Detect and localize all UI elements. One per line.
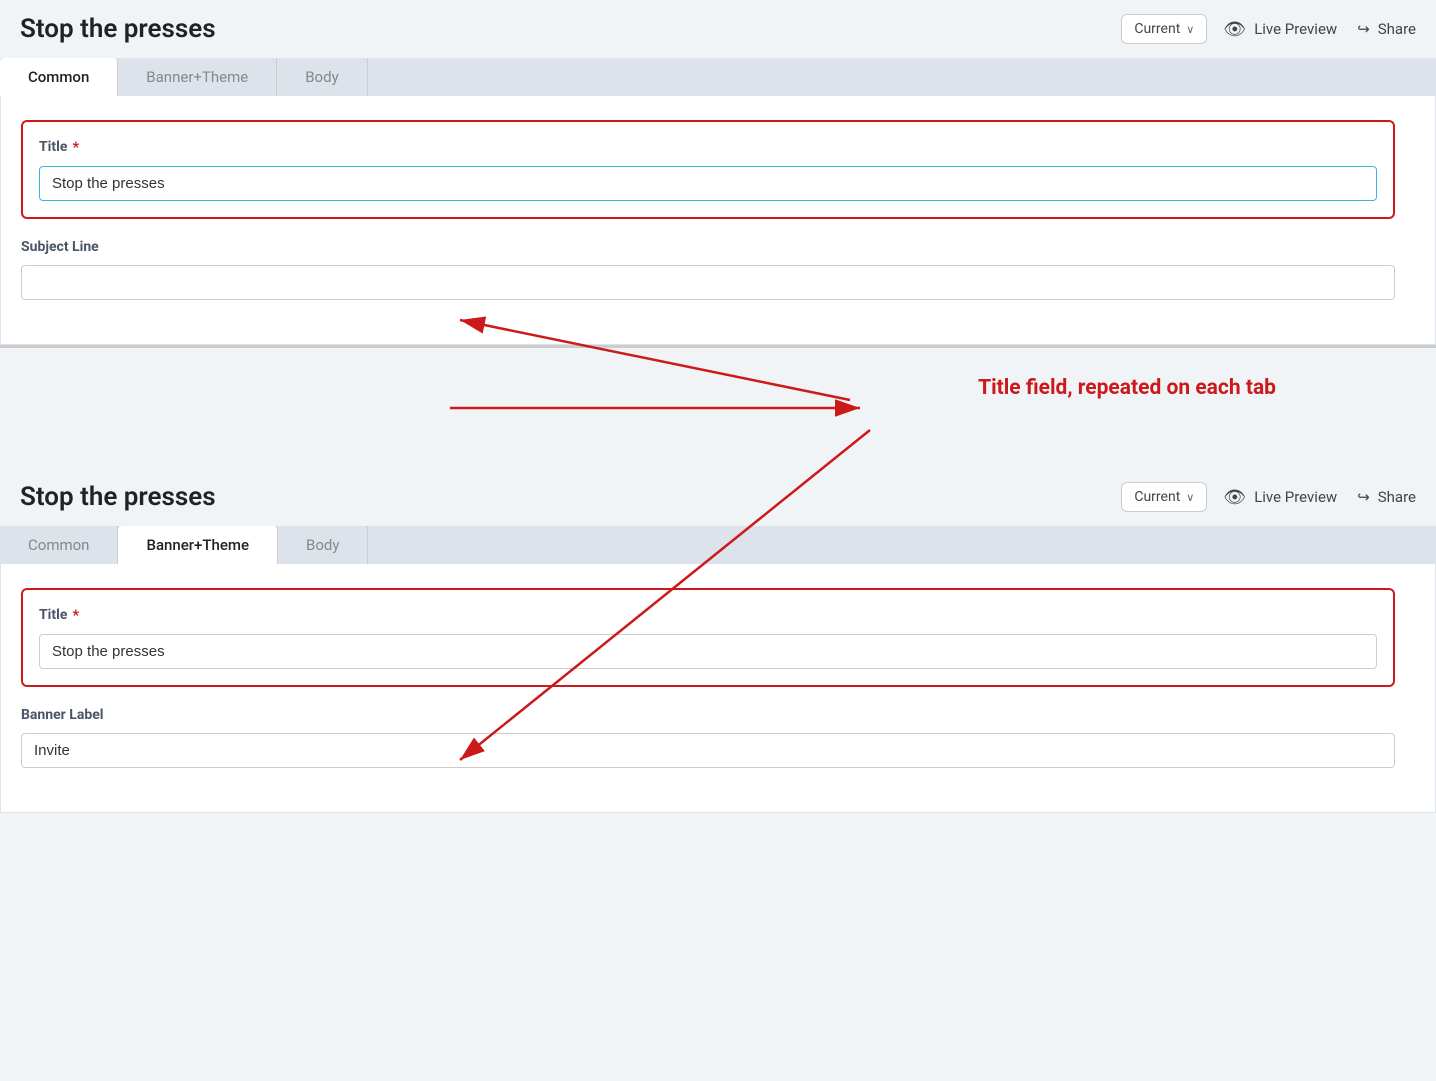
annotation-area: Title field, repeated on each tab	[0, 348, 1436, 468]
arrow-svg-1	[0, 348, 1436, 468]
bottom-title-field-group: Title *	[21, 588, 1395, 687]
bottom-header-actions: 👁 Live Preview ↪ Share	[1223, 487, 1416, 508]
bottom-title-input[interactable]	[39, 634, 1377, 669]
bottom-content-area: Title * Banner Label	[1, 564, 1435, 812]
page-container: Stop the presses Current ∨ 👁 Live Previe…	[0, 0, 1436, 1081]
chevron-down-icon: ∨	[1186, 23, 1194, 36]
live-preview-button[interactable]: 👁 Live Preview	[1223, 19, 1337, 40]
bottom-banner-label-field-group: Banner Label	[21, 707, 1395, 768]
bottom-title-label: Title *	[39, 606, 1377, 624]
bottom-live-preview-label: Live Preview	[1254, 488, 1337, 506]
bottom-required-star: *	[72, 606, 79, 624]
bottom-eye-icon: 👁	[1223, 487, 1246, 508]
top-title-field-group: Title *	[21, 120, 1395, 219]
bottom-tabs: Common Banner+Theme Body	[0, 526, 1436, 564]
bottom-share-button[interactable]: ↪ Share	[1357, 488, 1416, 506]
page-title: Stop the presses	[20, 14, 1105, 44]
tab-banner-theme-top[interactable]: Banner+Theme	[118, 58, 277, 96]
top-subject-line-input[interactable]	[21, 265, 1395, 300]
bottom-share-label: Share	[1378, 488, 1416, 506]
top-panel: Stop the presses Current ∨ 👁 Live Previe…	[0, 0, 1436, 348]
version-label: Current	[1134, 21, 1180, 37]
top-tabs: Common Banner+Theme Body	[0, 58, 1436, 96]
live-preview-label: Live Preview	[1254, 20, 1337, 38]
bottom-chevron-down-icon: ∨	[1186, 491, 1194, 504]
annotation-text: Title field, repeated on each tab	[978, 376, 1276, 400]
tab-common-bottom[interactable]: Common	[0, 526, 118, 564]
bottom-banner-label-input[interactable]	[21, 733, 1395, 768]
bottom-version-label: Current	[1134, 489, 1180, 505]
tab-banner-theme-bottom[interactable]: Banner+Theme	[118, 526, 278, 564]
share-label: Share	[1378, 20, 1416, 38]
top-content: Title * Subject Line	[0, 96, 1436, 345]
bottom-content: Title * Banner Label	[0, 564, 1436, 813]
bottom-panel: Stop the presses Current ∨ 👁 Live Previe…	[0, 468, 1436, 813]
header-actions: 👁 Live Preview ↪ Share	[1223, 19, 1416, 40]
bottom-live-preview-button[interactable]: 👁 Live Preview	[1223, 487, 1337, 508]
required-star: *	[72, 138, 79, 156]
bottom-banner-label-label: Banner Label	[21, 707, 1395, 723]
bottom-share-icon: ↪	[1357, 488, 1370, 506]
top-content-area: Title * Subject Line	[1, 96, 1435, 344]
tab-body-bottom[interactable]: Body	[278, 526, 368, 564]
top-header: Stop the presses Current ∨ 👁 Live Previe…	[0, 0, 1436, 58]
share-icon: ↪	[1357, 20, 1370, 38]
share-button[interactable]: ↪ Share	[1357, 20, 1416, 38]
top-title-label: Title *	[39, 138, 1377, 156]
tab-common-top[interactable]: Common	[0, 58, 118, 96]
tab-body-top[interactable]: Body	[277, 58, 367, 96]
eye-icon: 👁	[1223, 19, 1246, 40]
version-dropdown[interactable]: Current ∨	[1121, 14, 1207, 44]
top-title-input[interactable]	[39, 166, 1377, 201]
bottom-header: Stop the presses Current ∨ 👁 Live Previe…	[0, 468, 1436, 526]
top-subject-line-label: Subject Line	[21, 239, 1395, 255]
bottom-version-dropdown[interactable]: Current ∨	[1121, 482, 1207, 512]
bottom-page-title: Stop the presses	[20, 482, 1105, 512]
top-subject-line-field-group: Subject Line	[21, 239, 1395, 300]
